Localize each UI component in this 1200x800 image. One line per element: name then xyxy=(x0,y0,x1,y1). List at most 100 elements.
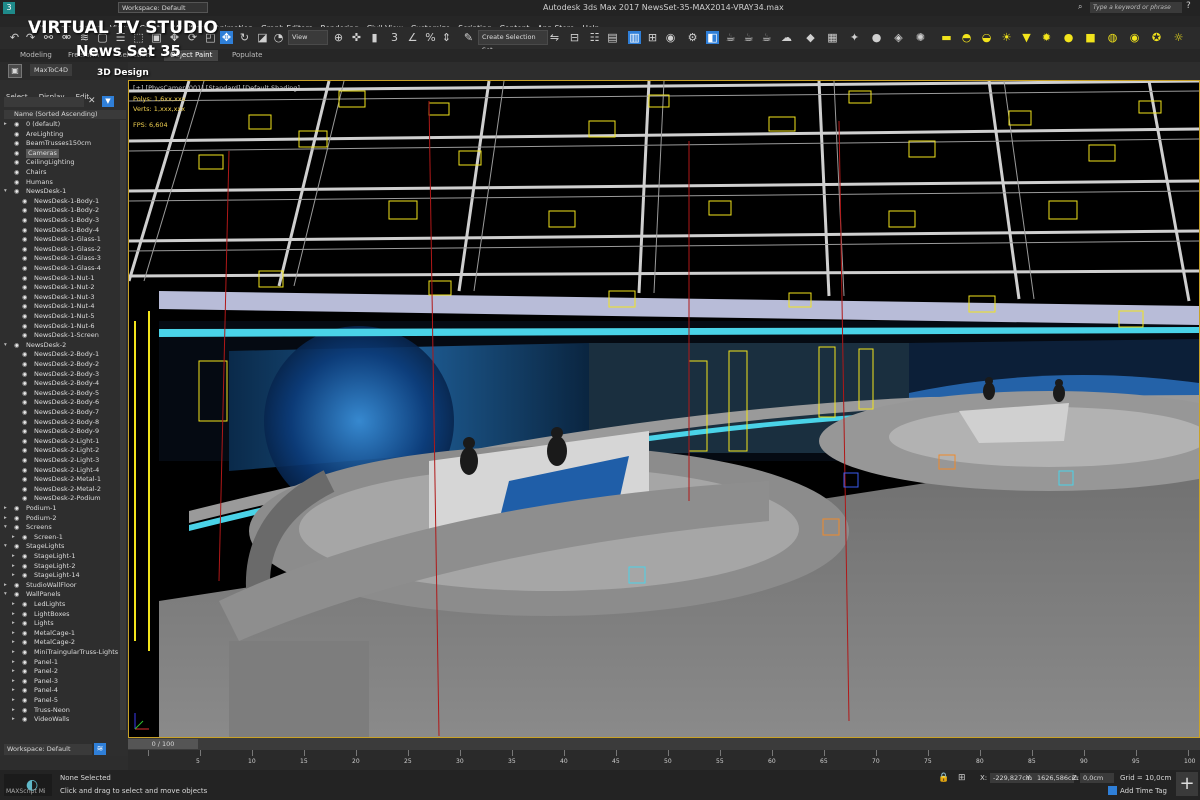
visibility-eye-icon[interactable]: ◉ xyxy=(14,178,19,188)
visibility-eye-icon[interactable]: ◉ xyxy=(14,187,19,197)
visibility-eye-icon[interactable]: ◉ xyxy=(22,322,27,332)
list-item[interactable]: ◉ NewsDesk-1-Body-2 xyxy=(4,206,118,216)
list-item[interactable]: ▾ ◉ NewsDesk-1 xyxy=(4,187,118,197)
visibility-eye-icon[interactable]: ◉ xyxy=(22,427,27,437)
list-item[interactable]: ◉ NewsDesk-1-Screen xyxy=(4,331,118,341)
visibility-eye-icon[interactable]: ◉ xyxy=(22,437,27,447)
list-item[interactable]: ▸ ◉ 0 (default) xyxy=(4,120,118,130)
list-item[interactable]: ◉ NewsDesk-1-Body-3 xyxy=(4,216,118,226)
list-item[interactable]: ◉ NewsDesk-2-Body-6 xyxy=(4,398,118,408)
list-item[interactable]: ▸ ◉ StageLight-14 xyxy=(4,571,118,581)
visibility-eye-icon[interactable]: ◉ xyxy=(22,245,27,255)
expand-arrow-icon[interactable]: ▸ xyxy=(12,706,15,716)
list-item[interactable]: ◉ Cameras xyxy=(4,148,118,159)
list-item[interactable]: ▸ ◉ Panel-4 xyxy=(4,686,118,696)
list-item[interactable]: ▸ ◉ StageLight-2 xyxy=(4,562,118,572)
visibility-eye-icon[interactable]: ◉ xyxy=(22,331,27,341)
list-item[interactable]: ◉ NewsDesk-1-Nut-6 xyxy=(4,322,118,332)
vray-sphere-icon[interactable]: ● xyxy=(870,31,883,44)
expand-arrow-icon[interactable]: ▸ xyxy=(12,533,15,543)
visibility-eye-icon[interactable]: ◉ xyxy=(14,149,19,159)
list-item[interactable]: ◉ NewsDesk-2-Body-3 xyxy=(4,370,118,380)
visibility-eye-icon[interactable]: ◉ xyxy=(14,523,19,533)
place-icon[interactable]: ◔ xyxy=(272,31,285,44)
list-item[interactable]: ◉ AreLighting xyxy=(4,130,118,140)
vray-light-icon[interactable]: ✦ xyxy=(848,31,861,44)
list-item[interactable]: ▾ ◉ NewsDesk-2 xyxy=(4,341,118,351)
expand-arrow-icon[interactable]: ▸ xyxy=(12,610,15,620)
list-item[interactable]: ◉ NewsDesk-2-Body-7 xyxy=(4,408,118,418)
visibility-eye-icon[interactable]: ◉ xyxy=(22,494,27,504)
vray-ambient-light-icon[interactable]: ▼ xyxy=(1020,31,1033,44)
named-selection-set-dropdown[interactable]: Create Selection Set xyxy=(478,30,548,54)
expand-arrow-icon[interactable]: ▸ xyxy=(4,581,7,591)
list-item[interactable]: ◉ NewsDesk-1-Glass-3 xyxy=(4,254,118,264)
list-item[interactable]: ◉ NewsDesk-2-Body-5 xyxy=(4,389,118,399)
visibility-eye-icon[interactable]: ◉ xyxy=(22,667,27,677)
viewport-label[interactable]: [+] [PhysCamera001] [Standard] [Default … xyxy=(133,84,300,92)
visibility-eye-icon[interactable]: ◉ xyxy=(14,341,19,351)
list-item[interactable]: ◉ NewsDesk-2-Body-9 xyxy=(4,427,118,437)
visibility-eye-icon[interactable]: ◉ xyxy=(22,264,27,274)
vray-sky-icon[interactable]: ☼ xyxy=(1172,31,1185,44)
list-item[interactable]: ▸ ◉ LedLights xyxy=(4,600,118,610)
expand-arrow-icon[interactable]: ▸ xyxy=(12,629,15,639)
rendered-frame-window-icon[interactable]: ◧ xyxy=(706,31,719,44)
list-item[interactable]: ▸ ◉ MetalCage-1 xyxy=(4,629,118,639)
list-item[interactable]: ◉ NewsDesk-2-Metal-2 xyxy=(4,485,118,495)
expand-arrow-icon[interactable]: ▸ xyxy=(12,686,15,696)
list-item[interactable]: ◉ BeamTrusses150cm xyxy=(4,139,118,149)
visibility-eye-icon[interactable]: ◉ xyxy=(14,581,19,591)
filter-icon[interactable]: ▼ xyxy=(102,96,114,107)
mirror-icon[interactable]: ⇋ xyxy=(548,31,561,44)
visibility-eye-icon[interactable]: ◉ xyxy=(22,274,27,284)
list-item[interactable]: ▸ ◉ Podium-1 xyxy=(4,504,118,514)
schematic-view-icon[interactable]: ⊞ xyxy=(646,31,659,44)
visibility-eye-icon[interactable]: ◉ xyxy=(14,168,19,178)
time-tag-icon[interactable] xyxy=(1108,786,1117,795)
rotate-tool-icon[interactable]: ↻ xyxy=(238,31,251,44)
search-icon[interactable]: ⌕ xyxy=(1078,2,1088,13)
visibility-eye-icon[interactable]: ◉ xyxy=(14,590,19,600)
vray-mesh-icon[interactable]: ◈ xyxy=(892,31,905,44)
workspace-dropdown[interactable]: Workspace: Default xyxy=(118,2,208,13)
keyboard-shortcut-icon[interactable]: ▮ xyxy=(368,31,381,44)
explorer-workspace-dropdown[interactable]: Workspace: Default xyxy=(4,744,92,755)
vray-decal-icon[interactable]: ✪ xyxy=(1150,31,1163,44)
list-item[interactable]: ▸ ◉ VideoWalls xyxy=(4,715,118,725)
vray-omni-icon[interactable]: ● xyxy=(1062,31,1075,44)
list-item[interactable]: ▸ ◉ Truss-Neon xyxy=(4,706,118,716)
vray-plane-icon[interactable]: ▬ xyxy=(940,31,953,44)
list-item[interactable]: ◉ NewsDesk-2-Body-1 xyxy=(4,350,118,360)
render-activeshade-icon[interactable]: ☕ xyxy=(760,31,773,44)
snap-toggle-icon[interactable]: 3 xyxy=(388,31,401,44)
viewport-perspective[interactable]: [+] [PhysCamera001] [Standard] [Default … xyxy=(128,80,1200,738)
list-item[interactable]: ▸ ◉ StudioWallFloor xyxy=(4,581,118,591)
vray-proxy-icon[interactable]: ◍ xyxy=(1106,31,1119,44)
vray-icon[interactable]: ◆ xyxy=(804,31,817,44)
explorer-column-header[interactable]: Name (Sorted Ascending) xyxy=(4,110,126,119)
visibility-eye-icon[interactable]: ◉ xyxy=(22,350,27,360)
visibility-eye-icon[interactable]: ◉ xyxy=(14,130,19,140)
close-icon[interactable]: ✕ xyxy=(88,96,96,106)
visibility-eye-icon[interactable]: ◉ xyxy=(22,408,27,418)
list-item[interactable]: ▸ ◉ LightBoxes xyxy=(4,610,118,620)
vray-fur-icon[interactable]: ✺ xyxy=(914,31,927,44)
angle-snap-icon[interactable]: ∠ xyxy=(406,31,419,44)
visibility-eye-icon[interactable]: ◉ xyxy=(14,504,19,514)
render-iterative-icon[interactable]: ☕ xyxy=(742,31,755,44)
list-item[interactable]: ▾ ◉ Screens xyxy=(4,523,118,533)
visibility-eye-icon[interactable]: ◉ xyxy=(22,552,27,562)
absolute-mode-icon[interactable]: ⊞ xyxy=(958,773,966,783)
layer-manager-icon[interactable]: ☷ xyxy=(588,31,601,44)
vray-physical-camera-icon[interactable]: ■ xyxy=(1084,31,1097,44)
list-item[interactable]: ▸ ◉ Panel-1 xyxy=(4,658,118,668)
list-item[interactable]: ◉ NewsDesk-2-Podium xyxy=(4,494,118,504)
visibility-eye-icon[interactable]: ◉ xyxy=(22,696,27,706)
visibility-eye-icon[interactable]: ◉ xyxy=(22,226,27,236)
visibility-eye-icon[interactable]: ◉ xyxy=(22,360,27,370)
visibility-eye-icon[interactable]: ◉ xyxy=(22,254,27,264)
app-logo-icon[interactable]: 3 xyxy=(3,2,15,14)
expand-arrow-icon[interactable]: ▸ xyxy=(12,619,15,629)
list-item[interactable]: ◉ NewsDesk-1-Nut-1 xyxy=(4,274,118,284)
